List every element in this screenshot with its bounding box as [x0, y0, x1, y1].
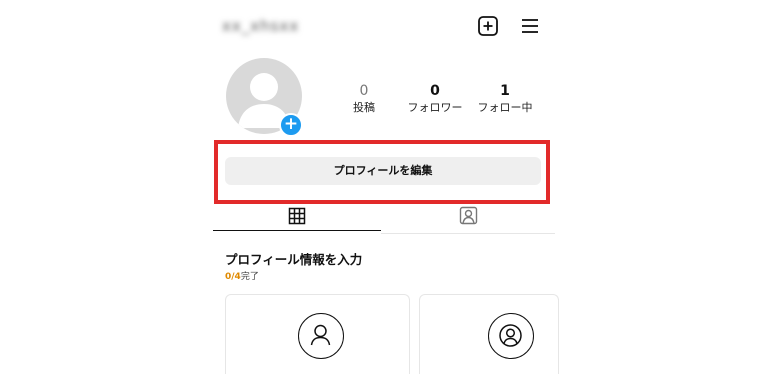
stat-following-value: 1 [500, 83, 510, 99]
stat-following[interactable]: 1 フォロー中 [465, 82, 545, 116]
add-story-badge[interactable]: + [279, 113, 303, 137]
stat-posts-value: 0 [359, 83, 369, 99]
new-post-icon[interactable] [477, 15, 499, 37]
person-circle-icon [488, 313, 534, 359]
completion-progress: 0/4完了 [225, 269, 259, 282]
stat-followers[interactable]: 0 フォロワー [395, 82, 475, 116]
username[interactable]: xx_xhsxx [222, 14, 334, 38]
completion-count: 0/4 [225, 272, 241, 282]
grid-icon[interactable] [288, 207, 306, 225]
profile-card-photo[interactable] [419, 294, 559, 374]
stat-posts-label: 投稿 [353, 101, 375, 114]
completion-title: プロフィール情報を入力 [225, 252, 363, 267]
profile-card-name[interactable] [225, 294, 410, 374]
stat-following-label: フォロー中 [477, 101, 533, 114]
tagged-person-icon[interactable] [459, 206, 478, 225]
active-tab-indicator [213, 230, 381, 231]
highlight-box [214, 140, 550, 204]
stat-followers-label: フォロワー [407, 101, 463, 114]
person-outline-icon [298, 313, 344, 359]
menu-icon[interactable] [520, 16, 540, 36]
completion-suffix: 完了 [240, 272, 259, 282]
stat-posts[interactable]: 0 投稿 [324, 82, 404, 116]
tab-divider [381, 233, 555, 234]
stat-followers-value: 0 [430, 83, 440, 99]
